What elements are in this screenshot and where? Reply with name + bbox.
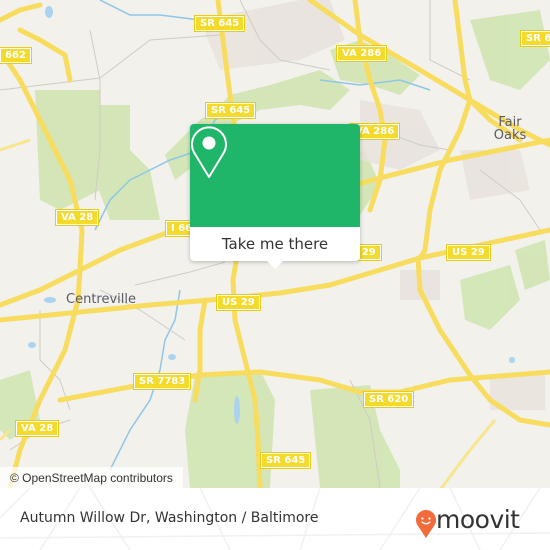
moovit-wordmark: moovit bbox=[436, 505, 520, 534]
road-shield: SR 645 bbox=[204, 102, 257, 119]
road-shield: SR 620 bbox=[362, 391, 415, 408]
road-shield: VA 28 bbox=[14, 420, 60, 437]
place-label-fair-oaks: Fair Oaks bbox=[493, 115, 527, 143]
place-label-centreville: Centreville bbox=[66, 292, 136, 307]
popup-header bbox=[190, 124, 360, 227]
road-shield: US 29 bbox=[446, 244, 491, 261]
road-shield: SR 7783 bbox=[132, 373, 192, 390]
road-shield: VA 28 bbox=[54, 209, 100, 226]
map-pin-icon bbox=[191, 126, 227, 178]
popup-pointer bbox=[266, 260, 284, 269]
road-shield: 662 bbox=[0, 47, 32, 64]
road-shield: SR 6 bbox=[519, 30, 550, 47]
take-me-there-button[interactable]: Take me there bbox=[190, 227, 360, 261]
road-shield: VA 286 bbox=[335, 45, 388, 62]
road-shield: SR 645 bbox=[259, 452, 312, 469]
road-shield: SR 645 bbox=[193, 15, 246, 32]
map-attribution[interactable]: © OpenStreetMap contributors bbox=[0, 467, 183, 488]
road-shield: US 29 bbox=[216, 294, 261, 311]
location-popup: Take me there bbox=[190, 124, 360, 269]
map[interactable]: SR 645 VA 286 SR 6 662 SR 645 VA 286 VA … bbox=[0, 0, 550, 488]
location-title: Autumn Willow Dr, Washington / Baltimore bbox=[20, 510, 319, 526]
moovit-pin-icon bbox=[416, 510, 436, 538]
